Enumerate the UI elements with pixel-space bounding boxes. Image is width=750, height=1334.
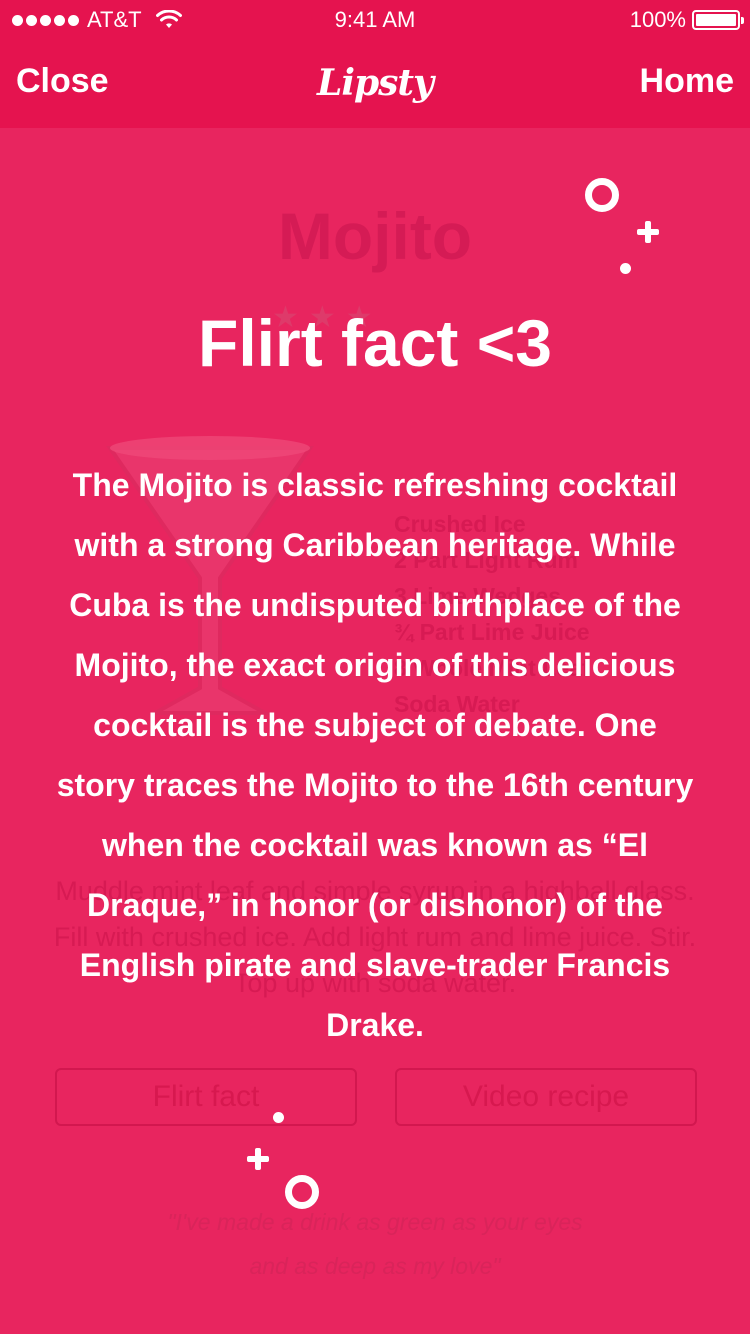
home-button[interactable]: Home — [640, 62, 734, 101]
battery-percentage: 100% — [629, 7, 686, 32]
ring-decoration-icon — [585, 178, 619, 212]
dot-decoration-icon — [620, 263, 631, 274]
battery-icon — [692, 10, 744, 30]
navigation-bar: Close Lipsty Home — [0, 40, 750, 128]
flirt-fact-button[interactable]: Flirt fact — [55, 1068, 357, 1126]
app-logo: Lipsty — [317, 62, 434, 104]
ring-decoration-icon — [285, 1175, 319, 1209]
video-recipe-button[interactable]: Video recipe — [395, 1068, 697, 1126]
flirt-fact-body: The Mojito is classic refreshing cocktai… — [56, 467, 694, 1043]
plus-decoration-icon — [245, 1146, 271, 1172]
status-bar: AT&T 9:41 AM 100% — [0, 0, 750, 40]
recipe-quote: "I've made a drink as green as your eyes… — [0, 1200, 750, 1288]
dot-decoration-icon — [273, 1112, 284, 1123]
quote-line: "I've made a drink as green as your eyes — [167, 1209, 583, 1235]
status-right: 100% — [629, 7, 744, 33]
plus-decoration-icon — [635, 219, 661, 245]
quote-line: and as deep as my love" — [249, 1253, 501, 1279]
flirt-fact-title: Flirt fact <3 — [198, 306, 552, 380]
